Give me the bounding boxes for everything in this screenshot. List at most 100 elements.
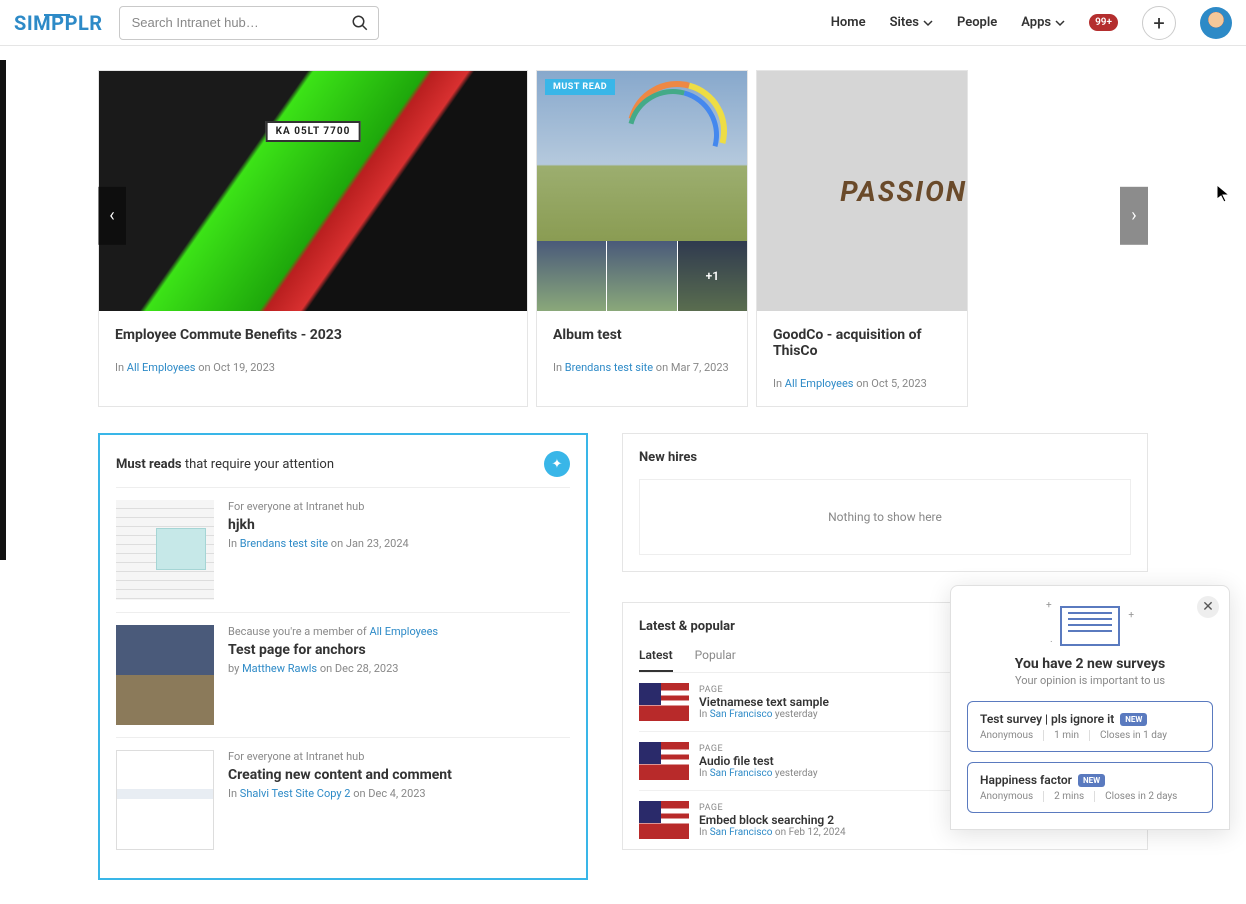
survey-duration: 2 mins [1054,791,1095,802]
mustreads-badge-icon[interactable]: ✦ [544,451,570,477]
nav-apps-label: Apps [1021,15,1051,30]
mustread-tag: MUST READ [545,79,615,95]
mustread-thumb [116,500,214,600]
meta-link[interactable]: Matthew Rawls [242,662,317,675]
meta-link[interactable]: Shalvi Test Site Copy 2 [240,787,351,800]
latest-type: PAGE [699,803,846,813]
card-site-link[interactable]: Brendans test site [565,361,653,374]
mustread-title: Test page for anchors [228,642,570,658]
app-logo[interactable]: SIMPPLR [14,11,103,35]
card-title: Album test [553,327,731,343]
album-thumb [537,241,607,311]
card-image: MUST READ +1 [537,71,747,311]
search-input[interactable] [119,6,379,40]
new-badge: NEW [1120,713,1147,726]
carousel-card-album[interactable]: MUST READ +1 Album test In Brendans test… [536,70,748,407]
card-meta-prefix: In [553,361,565,374]
survey-card[interactable]: Test survey | pls ignore it NEW Anonymou… [967,701,1213,752]
mustread-context: For everyone at Intranet hub [228,500,570,513]
mustreads-title: Must reads that require your attention [116,457,334,472]
meta-link[interactable]: Brendans test site [240,537,328,550]
latest-meta: In San Francisco yesterday [699,709,829,720]
nav-sites[interactable]: Sites [890,15,933,30]
mustread-title: hjkh [228,517,570,533]
latest-title: Vietnamese text sample [699,695,829,709]
latest-title: Embed block searching 2 [699,813,846,827]
latest-link[interactable]: San Francisco [710,768,773,779]
search-icon[interactable] [351,14,369,32]
mustread-item[interactable]: Because you're a member of All Employees… [116,612,570,737]
tab-latest[interactable]: Latest [639,648,673,672]
survey-duration: 1 min [1054,730,1090,741]
empty-state: Nothing to show here [639,479,1131,555]
carousel-next-button[interactable]: › [1120,186,1148,244]
card-image: KA 05LT 7700 [99,71,527,311]
card-meta-suffix: on Mar 7, 2023 [653,361,729,374]
latest-meta: In San Francisco on Feb 12, 2024 [699,827,846,838]
album-thumb [607,241,677,311]
mustread-item[interactable]: For everyone at Intranet hub Creating ne… [116,737,570,862]
carousel-prev-button[interactable]: ‹ [98,186,126,244]
license-plate: KA 05LT 7700 [266,121,361,142]
card-body: Employee Commute Benefits - 2023 In All … [99,311,527,390]
card-image: PASSION [757,71,967,311]
new-badge: NEW [1078,774,1105,787]
toaster-title: You have 2 new surveys [967,656,1213,672]
toaster-subtitle: Your opinion is important to us [967,674,1213,687]
survey-meta: Anonymous 2 mins Closes in 2 days [980,791,1200,802]
mustread-thumb [116,625,214,725]
card-site-link[interactable]: All Employees [785,377,854,390]
nav-apps[interactable]: Apps [1021,15,1065,30]
add-button[interactable]: + [1142,6,1176,40]
latest-thumb [639,801,689,839]
mustreads-panel: Must reads that require your attention ✦… [98,433,588,880]
carousel-card-commute[interactable]: KA 05LT 7700 Employee Commute Benefits -… [98,70,528,407]
latest-thumb [639,742,689,780]
notification-badge[interactable]: 99+ [1089,14,1118,31]
card-meta-suffix: on Oct 5, 2023 [853,377,926,390]
nav-home[interactable]: Home [831,15,866,30]
latest-meta: In San Francisco yesterday [699,768,818,779]
card-body: GoodCo - acquisition of ThisCo In All Em… [757,311,967,406]
carousel-card-goodco[interactable]: PASSION GoodCo - acquisition of ThisCo I… [756,70,968,407]
latest-thumb [639,683,689,721]
survey-anon: Anonymous [980,791,1044,802]
mustread-meta: by Matthew Rawls on Dec 28, 2023 [228,662,570,675]
card-meta: In All Employees on Oct 19, 2023 [115,361,511,374]
search-container [119,6,379,40]
latest-type: PAGE [699,685,829,695]
chevron-down-icon [923,18,933,28]
card-meta: In All Employees on Oct 5, 2023 [773,377,951,390]
survey-icon: + + · [1060,606,1120,646]
context-link[interactable]: All Employees [369,625,438,638]
survey-anon: Anonymous [980,730,1044,741]
survey-meta: Anonymous 1 min Closes in 1 day [980,730,1200,741]
featured-carousel: ‹ › KA 05LT 7700 Employee Commute Benefi… [98,70,1148,407]
card-meta-suffix: on Oct 19, 2023 [195,361,274,374]
card-title: GoodCo - acquisition of ThisCo [773,327,951,359]
tab-popular[interactable]: Popular [695,648,736,672]
card-site-link[interactable]: All Employees [127,361,196,374]
mustread-thumb [116,750,214,850]
latest-link[interactable]: San Francisco [710,709,773,720]
card-meta-prefix: In [115,361,127,374]
survey-card[interactable]: Happiness factor NEW Anonymous 2 mins Cl… [967,762,1213,813]
survey-name: Test survey | pls ignore it [980,712,1114,726]
mustread-meta: In Shalvi Test Site Copy 2 on Dec 4, 202… [228,787,570,800]
user-avatar[interactable] [1200,7,1232,39]
latest-title: Audio file test [699,754,818,768]
survey-closes: Closes in 2 days [1105,791,1177,802]
newhires-panel: New hires Nothing to show here [622,433,1148,572]
nav-people[interactable]: People [957,15,997,30]
latest-type: PAGE [699,744,818,754]
mouse-cursor-icon [1216,184,1230,204]
album-thumb-more[interactable]: +1 [678,241,747,311]
card-body: Album test In Brendans test site on Mar … [537,311,747,390]
mustread-item[interactable]: For everyone at Intranet hub hjkh In Bre… [116,487,570,612]
nav-sites-label: Sites [890,15,919,30]
mustread-context: Because you're a member of All Employees [228,625,570,638]
panel-title: New hires [639,450,1131,465]
latest-link[interactable]: San Francisco [710,827,773,838]
close-button[interactable]: ✕ [1197,596,1219,618]
card-meta-prefix: In [773,377,785,390]
